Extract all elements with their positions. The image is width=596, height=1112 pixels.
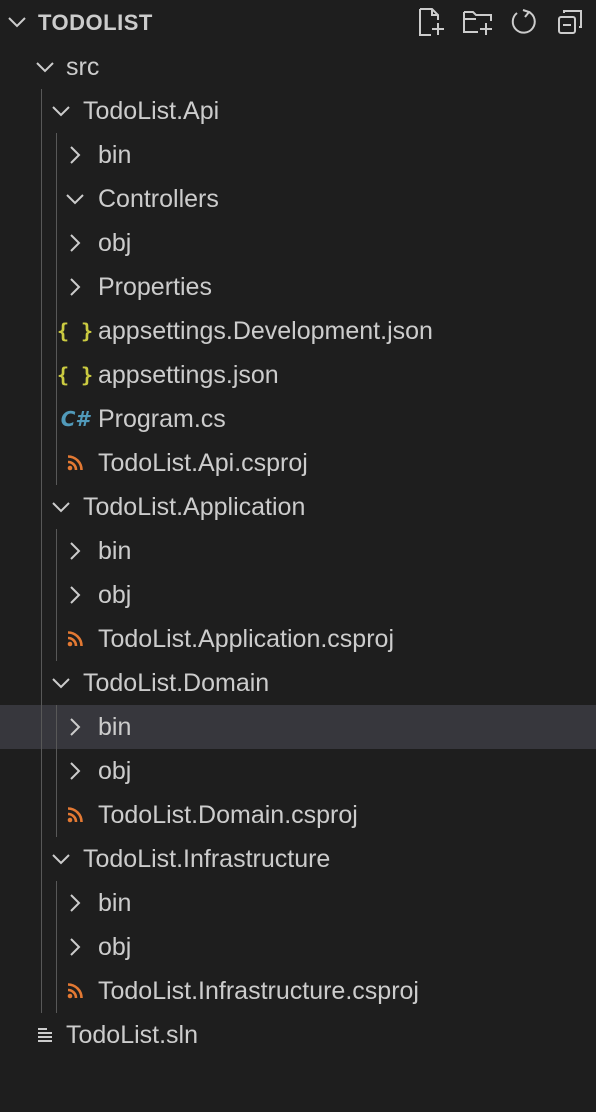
tree-item-label: obj [98, 933, 132, 961]
indent-guide [41, 89, 42, 1013]
tree-item-label: Properties [98, 273, 212, 301]
tree-item-label: bin [98, 713, 132, 741]
tree-folder-obj[interactable]: obj [0, 925, 596, 969]
rss-file-icon [63, 617, 87, 661]
lines-file-icon [33, 1013, 57, 1057]
chevron-down-icon [63, 177, 87, 221]
file-tree: src TodoList.Api bin Controllers obj Properti… [0, 45, 596, 1057]
tree-folder-properties[interactable]: Properties [0, 265, 596, 309]
tree-folder-obj[interactable]: obj [0, 221, 596, 265]
tree-folder-controllers[interactable]: Controllers [0, 177, 596, 221]
indent-guide [56, 529, 57, 661]
csharp-file-icon: C# [60, 407, 90, 431]
chevron-down-icon [33, 45, 57, 89]
tree-item-label: appsettings.Development.json [98, 317, 433, 345]
explorer-title: TODOLIST [38, 10, 153, 35]
tree-folder-todolist-application[interactable]: TodoList.Application [0, 485, 596, 529]
new-folder-icon[interactable] [462, 6, 494, 38]
tree-item-label: obj [98, 229, 132, 257]
tree-item-label: obj [98, 581, 132, 609]
chevron-right-icon [63, 133, 87, 177]
chevron-right-icon [63, 925, 87, 969]
tree-item-label: TodoList.Application [83, 493, 306, 521]
tree-folder-src[interactable]: src [0, 45, 596, 89]
tree-item-label: TodoList.Infrastructure.csproj [98, 977, 419, 1005]
tree-item-label: TodoList.Api.csproj [98, 449, 308, 477]
tree-file-todolist-domain-csproj[interactable]: TodoList.Domain.csproj [0, 793, 596, 837]
tree-file-todolist-api-csproj[interactable]: TodoList.Api.csproj [0, 441, 596, 485]
chevron-right-icon [63, 529, 87, 573]
tree-item-label: bin [98, 537, 132, 565]
tree-file-appsettings-json[interactable]: { } appsettings.json [0, 353, 596, 397]
tree-folder-todolist-infrastructure[interactable]: TodoList.Infrastructure [0, 837, 596, 881]
tree-file-todolist-sln[interactable]: TodoList.sln [0, 1013, 596, 1057]
chevron-down-icon [49, 485, 73, 529]
json-file-icon: { } [56, 363, 94, 387]
tree-item-label: TodoList.sln [66, 1021, 199, 1049]
rss-file-icon [63, 969, 87, 1013]
new-file-icon[interactable] [416, 6, 448, 38]
chevron-right-icon [63, 881, 87, 925]
indent-guide [56, 705, 57, 837]
tree-item-label: Program.cs [98, 405, 226, 433]
tree-folder-bin[interactable]: bin [0, 529, 596, 573]
refresh-icon[interactable] [508, 6, 540, 38]
tree-item-label: TodoList.Api [83, 97, 220, 125]
tree-file-appsettings-development-json[interactable]: { } appsettings.Development.json [0, 309, 596, 353]
chevron-down-icon [49, 89, 73, 133]
tree-file-program-cs[interactable]: C# Program.cs [0, 397, 596, 441]
chevron-right-icon [63, 573, 87, 617]
tree-folder-obj[interactable]: obj [0, 573, 596, 617]
rss-file-icon [63, 793, 87, 837]
tree-file-todolist-application-csproj[interactable]: TodoList.Application.csproj [0, 617, 596, 661]
chevron-down-icon [49, 661, 73, 705]
tree-file-todolist-infrastructure-csproj[interactable]: TodoList.Infrastructure.csproj [0, 969, 596, 1013]
chevron-down-icon [49, 837, 73, 881]
tree-item-label: bin [98, 889, 132, 917]
tree-item-label: Controllers [98, 185, 219, 213]
explorer-header[interactable]: TODOLIST [0, 0, 596, 44]
chevron-down-icon[interactable] [6, 12, 28, 32]
chevron-right-icon [63, 265, 87, 309]
indent-guide [56, 133, 57, 485]
tree-item-label: appsettings.json [98, 361, 279, 389]
tree-item-label: TodoList.Domain [83, 669, 270, 697]
rss-file-icon [63, 441, 87, 485]
collapse-all-icon[interactable] [554, 6, 586, 38]
tree-folder-bin[interactable]: bin [0, 881, 596, 925]
explorer-actions [416, 6, 586, 38]
tree-item-label: TodoList.Infrastructure [83, 845, 331, 873]
chevron-right-icon [63, 749, 87, 793]
tree-folder-todolist-api[interactable]: TodoList.Api [0, 89, 596, 133]
chevron-right-icon [63, 705, 87, 749]
tree-folder-todolist-domain[interactable]: TodoList.Domain [0, 661, 596, 705]
tree-item-label: bin [98, 141, 132, 169]
indent-guide [56, 881, 57, 1013]
tree-folder-bin[interactable]: bin [0, 705, 596, 749]
tree-item-label: src [66, 53, 100, 81]
tree-folder-bin[interactable]: bin [0, 133, 596, 177]
tree-item-label: TodoList.Domain.csproj [98, 801, 358, 829]
json-file-icon: { } [56, 319, 94, 343]
tree-item-label: TodoList.Application.csproj [98, 625, 394, 653]
tree-folder-obj[interactable]: obj [0, 749, 596, 793]
chevron-right-icon [63, 221, 87, 265]
explorer-panel: TODOLIST src TodoList.Api bin Controllers ob… [0, 0, 596, 1112]
tree-item-label: obj [98, 757, 132, 785]
